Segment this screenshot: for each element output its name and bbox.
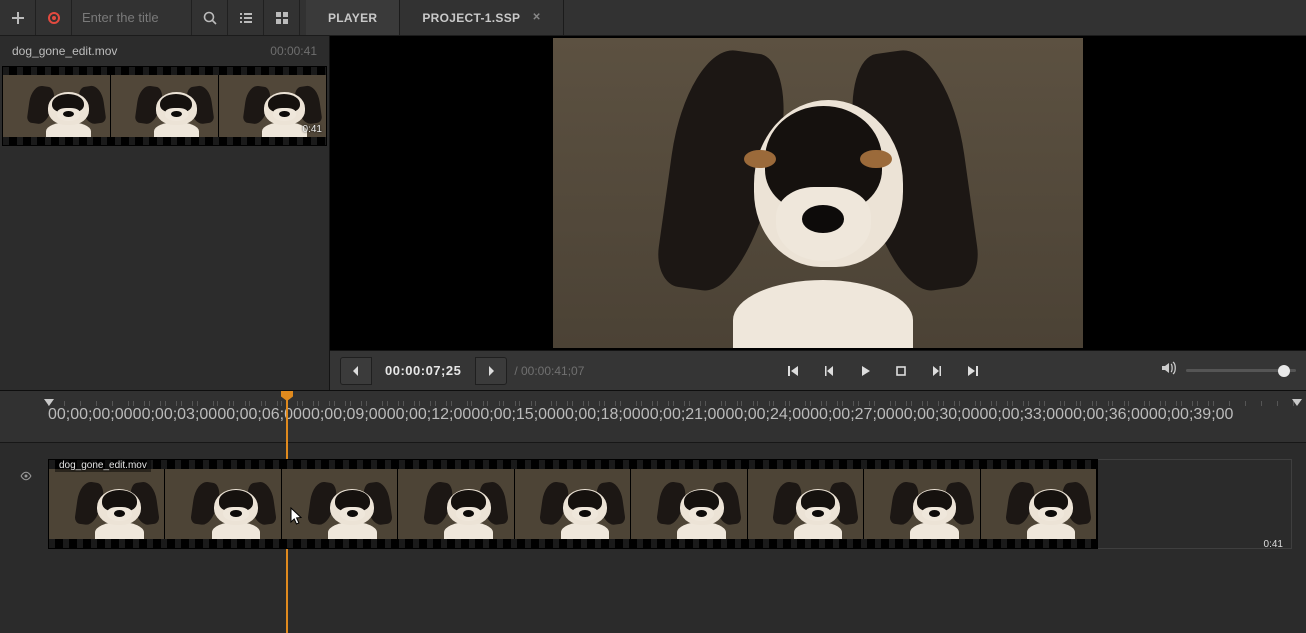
- volume-slider[interactable]: [1186, 369, 1296, 372]
- ruler-label: 00;00;39;00: [1149, 406, 1301, 424]
- search-button[interactable]: [192, 0, 228, 35]
- tab-player[interactable]: PLAYER: [306, 0, 400, 35]
- play-button[interactable]: [856, 362, 874, 380]
- clip-label: dog_gone_edit.mov: [55, 460, 151, 472]
- thumb-duration-badge: 0:41: [303, 124, 322, 135]
- tab-project[interactable]: PROJECT-1.SSP ✕: [400, 0, 564, 35]
- record-button[interactable]: [36, 0, 72, 35]
- player-controls: 00:00:07;25 / 00:00:41;07: [330, 350, 1306, 390]
- clip-duration: 00:00:41: [270, 44, 317, 58]
- go-start-button[interactable]: [784, 362, 802, 380]
- title-input[interactable]: [72, 0, 191, 35]
- in-marker-icon[interactable]: [44, 399, 54, 406]
- step-back-button[interactable]: [820, 362, 838, 380]
- timecode-total: / 00:00:41;07: [506, 364, 584, 378]
- track-area: dog_gone_edit.mov 0:41: [0, 443, 1306, 549]
- stop-button[interactable]: [892, 362, 910, 380]
- out-marker-icon[interactable]: [1292, 399, 1302, 406]
- tab-label: PLAYER: [328, 11, 377, 25]
- go-end-button[interactable]: [964, 362, 982, 380]
- player-panel: ⤢ 00:00:07;25 / 00:00:41;07: [330, 36, 1306, 390]
- video-preview: [553, 38, 1083, 348]
- tab-bar: PLAYER PROJECT-1.SSP ✕: [306, 0, 564, 35]
- transport-controls: [784, 362, 982, 380]
- video-stage[interactable]: [330, 36, 1306, 350]
- tab-label: PROJECT-1.SSP: [422, 11, 520, 25]
- title-field-wrap: [72, 0, 192, 35]
- time-ruler[interactable]: 00;00;00;0000;00;03;0000;00;06;0000;00;0…: [0, 391, 1306, 443]
- grid-view-button[interactable]: [264, 0, 300, 35]
- list-view-button[interactable]: [228, 0, 264, 35]
- timecode-current: 00:00:07;25: [371, 363, 475, 378]
- step-forward-button[interactable]: [928, 362, 946, 380]
- volume-thumb[interactable]: [1278, 365, 1290, 377]
- track-visibility-toggle[interactable]: [18, 469, 34, 485]
- top-toolbar: PLAYER PROJECT-1.SSP ✕: [0, 0, 1306, 36]
- add-button[interactable]: [0, 0, 36, 35]
- volume-icon[interactable]: [1160, 360, 1176, 381]
- mouse-cursor-icon: [290, 507, 304, 527]
- bin-clip-header[interactable]: dog_gone_edit.mov 00:00:41: [0, 36, 329, 66]
- timeline-clip[interactable]: dog_gone_edit.mov 0:41: [48, 459, 1098, 549]
- volume-control: [1160, 360, 1296, 381]
- clip-duration-badge: 0:41: [1264, 539, 1283, 550]
- prev-frame-button[interactable]: [340, 357, 372, 385]
- media-bin: dog_gone_edit.mov 00:00:41 0:41: [0, 36, 330, 390]
- next-frame-button[interactable]: [475, 357, 507, 385]
- clip-name: dog_gone_edit.mov: [12, 44, 117, 58]
- close-icon[interactable]: ✕: [532, 12, 541, 23]
- timeline-panel: 00;00;00;0000;00;03;0000;00;06;0000;00;0…: [0, 390, 1306, 633]
- bin-filmstrip[interactable]: 0:41: [2, 66, 327, 146]
